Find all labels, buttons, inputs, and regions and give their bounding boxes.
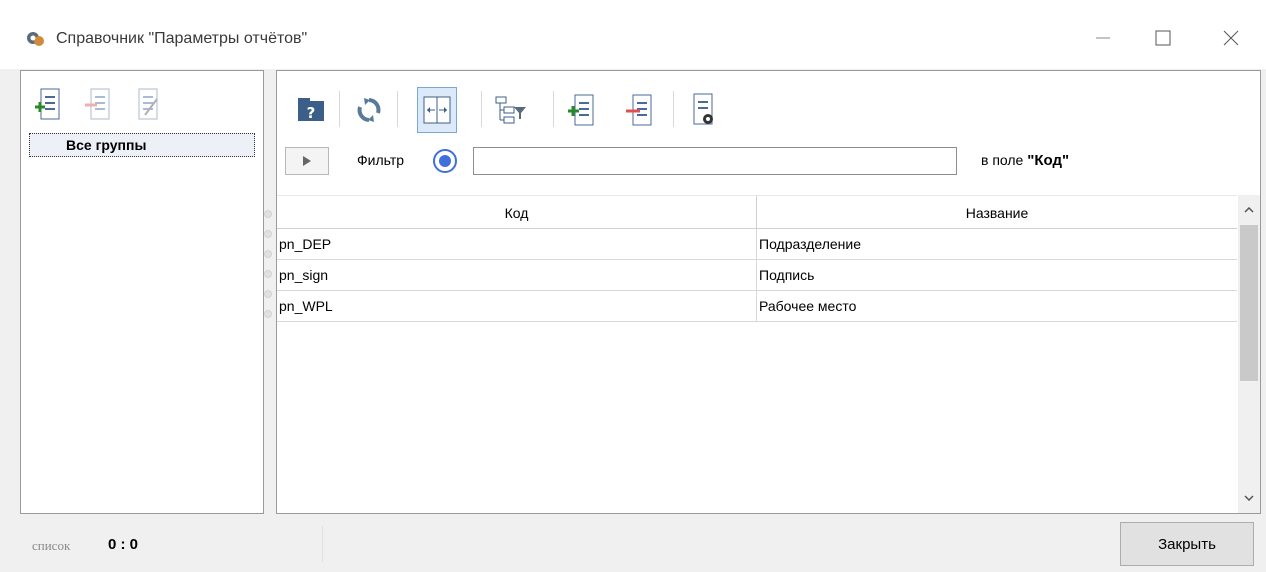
add-group-icon[interactable] (33, 87, 61, 123)
cell-code: pn_WPL (277, 291, 757, 322)
groups-toolbar (33, 87, 161, 123)
filter-row: Фильтр в поле "Код" (277, 143, 1262, 179)
group-item-label: Все группы (66, 137, 147, 153)
apply-filter-button[interactable] (285, 147, 329, 175)
filter-label: Фильтр (357, 152, 405, 168)
title-bar: Справочник "Параметры отчётов" (0, 0, 1266, 70)
table-row[interactable]: pn_DEP Подразделение (277, 229, 1237, 260)
delete-group-icon[interactable] (83, 87, 111, 123)
groups-panel: Все группы (20, 70, 264, 514)
svg-text:?: ? (307, 104, 316, 122)
scroll-down-button[interactable] (1238, 487, 1260, 509)
status-mode: список (32, 538, 71, 553)
filter-radio[interactable] (433, 149, 457, 173)
cell-name: Подпись (759, 267, 815, 283)
scroll-thumb[interactable] (1240, 225, 1258, 381)
filter-field-prefix: в поле (981, 152, 1024, 168)
records-toolbar: ? (291, 87, 1251, 133)
refresh-button[interactable] (349, 87, 389, 133)
cell-code: pn_DEP (277, 229, 757, 260)
scroll-up-button[interactable] (1238, 199, 1260, 221)
window-title: Справочник "Параметры отчётов" (56, 30, 308, 47)
tree-filter-button[interactable] (491, 87, 531, 133)
table-row[interactable]: pn_sign Подпись (277, 260, 1237, 291)
chevron-down-icon (1244, 495, 1254, 501)
filter-field-label: в поле "Код" (981, 152, 1069, 169)
app-icon (27, 32, 44, 46)
fit-columns-icon (423, 96, 451, 124)
table-header: Код Название (277, 195, 1237, 230)
cell-name: Подразделение (759, 236, 862, 252)
close-window-button[interactable] (1208, 18, 1254, 58)
minimize-button[interactable] (1080, 18, 1126, 58)
cell-name: Рабочее место (759, 298, 857, 314)
column-header-name[interactable]: Название (757, 196, 1237, 230)
records-panel: ? Фильтр в поле "Код" Код Название pn_DE… (276, 70, 1261, 514)
chevron-up-icon (1244, 207, 1254, 213)
vertical-scrollbar[interactable] (1238, 195, 1260, 513)
settings-button[interactable] (683, 87, 723, 133)
settings-icon (693, 93, 713, 125)
filter-input[interactable] (473, 147, 957, 175)
group-item-all[interactable]: Все группы (29, 133, 255, 157)
table-row[interactable]: pn_WPL Рабочее место (277, 291, 1237, 322)
minimize-icon (1096, 37, 1110, 39)
maximize-icon (1155, 30, 1171, 46)
refresh-icon (357, 98, 381, 122)
add-record-button[interactable] (561, 87, 601, 133)
help-icon: ? (298, 98, 324, 122)
splitter-handle[interactable] (264, 210, 274, 330)
filter-field-name: "Код" (1027, 152, 1070, 169)
delete-record-button[interactable] (619, 87, 659, 133)
add-record-icon (568, 94, 594, 126)
column-header-code[interactable]: Код (277, 196, 757, 230)
status-bar: список 0 : 0 Закрыть (0, 520, 1266, 572)
delete-record-icon (626, 94, 652, 126)
close-button[interactable]: Закрыть (1120, 522, 1254, 566)
status-count: 0 : 0 (108, 536, 139, 553)
maximize-button[interactable] (1140, 18, 1186, 58)
close-icon (1223, 30, 1239, 46)
play-icon (303, 156, 311, 166)
edit-group-icon[interactable] (133, 87, 161, 123)
tree-filter-icon (495, 96, 526, 124)
help-button[interactable]: ? (291, 87, 331, 133)
fit-columns-button[interactable] (417, 87, 457, 133)
cell-code: pn_sign (277, 260, 757, 291)
